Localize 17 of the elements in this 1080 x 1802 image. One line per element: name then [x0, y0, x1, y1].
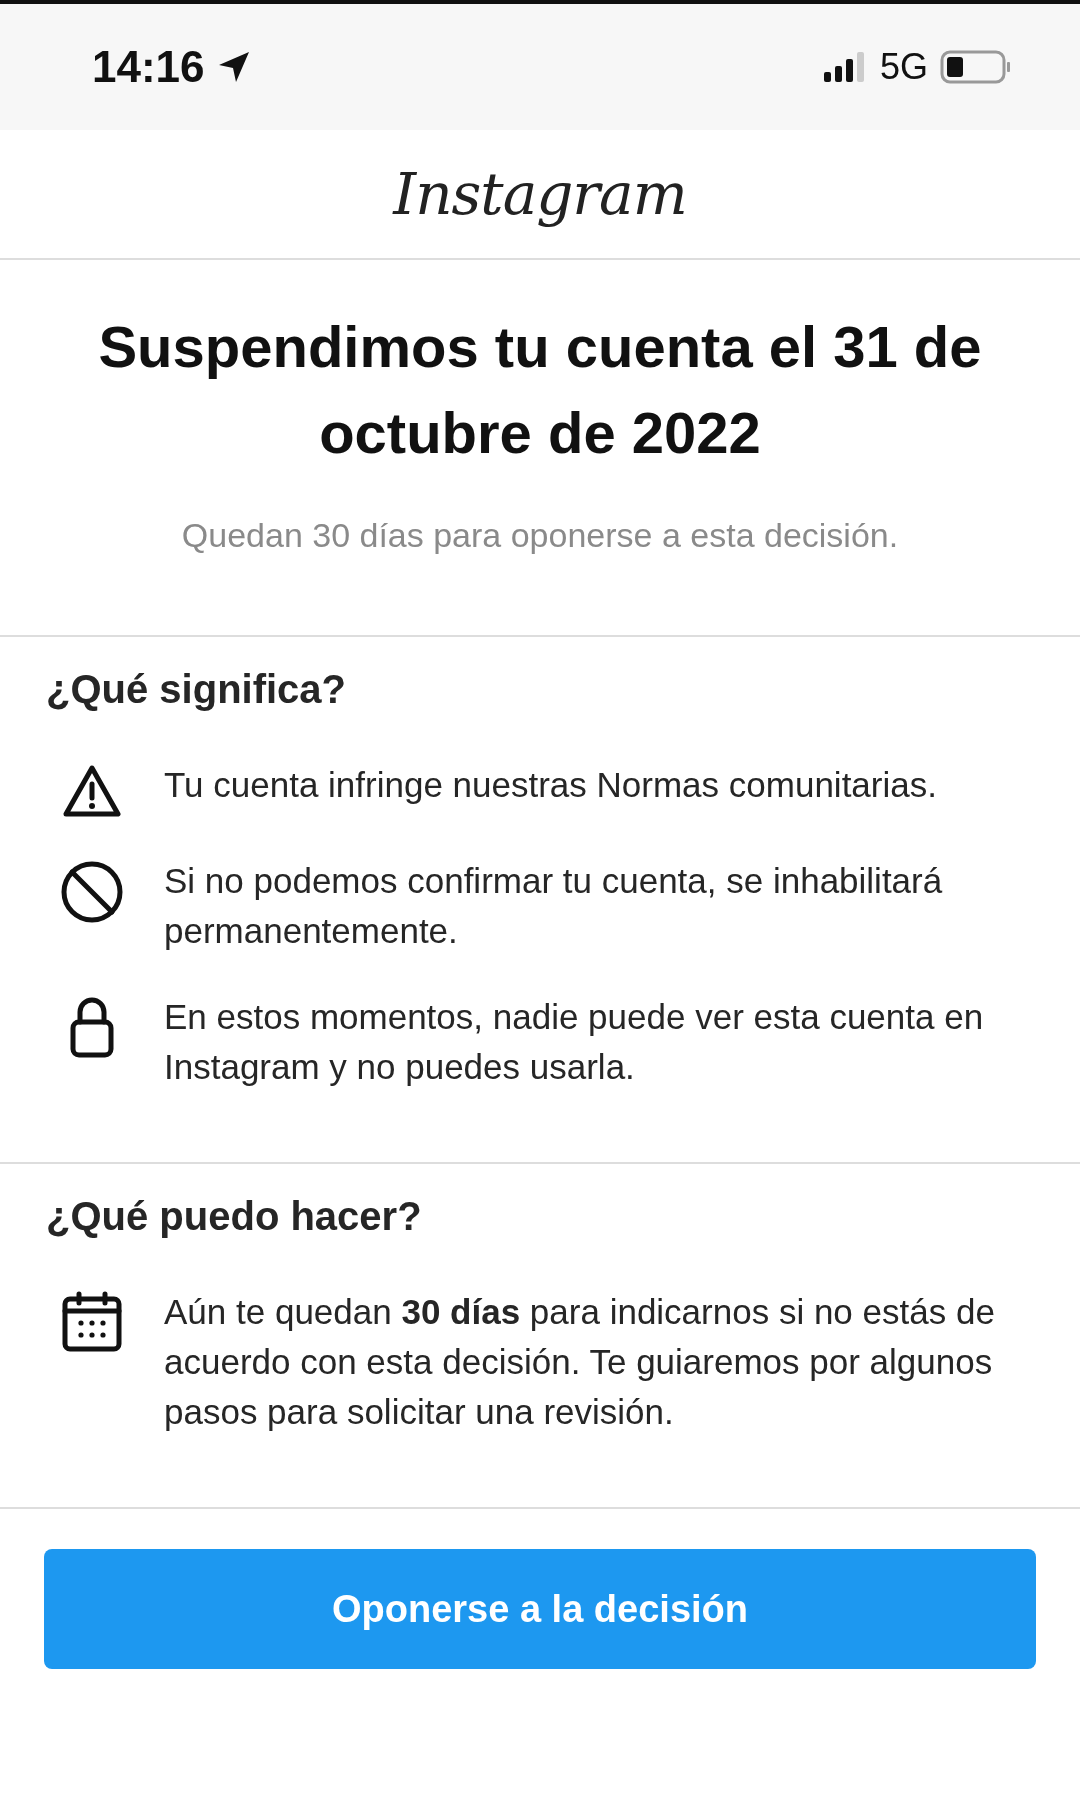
section-heading: ¿Qué significa? [46, 667, 348, 712]
blocked-icon [60, 860, 124, 924]
warning-icon [62, 764, 122, 820]
app-logo: Instagram [393, 160, 687, 228]
info-text: Tu cuenta infringe nuestras Normas comunitarias. [164, 764, 937, 806]
section-heading: ¿Qué puedo hacer? [46, 1194, 423, 1239]
notice-subtitle: Quedan 30 días para oponerse a esta decisión. [181, 516, 899, 555]
info-text: Si no podemos confirmar tu cuenta, se inhabilitará permanentemente. [164, 860, 944, 952]
notice-title: Suspendimos tu cuenta el 31 de octubre de 2022 [97, 313, 983, 467]
calendar-icon [61, 1291, 123, 1353]
info-text: En estos momentos, nadie puede ver esta cuenta en Instagram y no puedes usarla. [164, 996, 985, 1088]
network-label: 5G [879, 46, 928, 88]
status-time: 14:16 [92, 42, 205, 92]
info-text: Aún te quedan 30 días para indicarnos si no estás de acuerdo con esta decisión. Te guiaremos por algunos pasos para solicitar una revisión. [164, 1291, 996, 1433]
battery-icon [940, 50, 1012, 84]
appeal-button[interactable]: Oponerse a la decisión [44, 1549, 1036, 1669]
lock-icon [69, 996, 115, 1058]
